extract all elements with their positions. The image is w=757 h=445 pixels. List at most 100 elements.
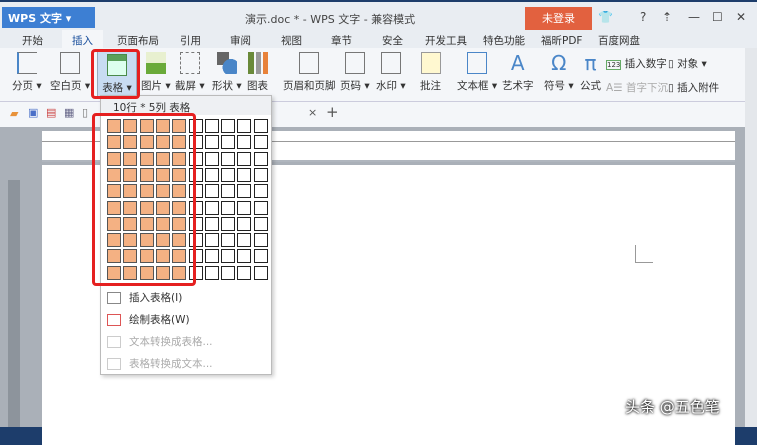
grid-cell[interactable] <box>237 151 252 166</box>
text-to-table-item[interactable]: 文本转换成表格... <box>107 332 213 352</box>
tab-review[interactable]: 审阅 <box>230 33 251 48</box>
grid-cell[interactable] <box>253 265 268 280</box>
grid-cell[interactable] <box>253 151 268 166</box>
grid-cell[interactable] <box>237 135 252 150</box>
open-icon[interactable]: ▰ <box>10 107 18 120</box>
grid-cell[interactable] <box>237 167 252 182</box>
grid-cell[interactable] <box>253 135 268 150</box>
grid-cell[interactable] <box>237 265 252 280</box>
grid-cell[interactable] <box>253 249 268 264</box>
grid-cell[interactable] <box>253 167 268 182</box>
shape-button[interactable]: 形状 ▾ <box>212 48 242 93</box>
grid-cell[interactable] <box>204 135 219 150</box>
watermark-button[interactable]: 水印 ▾ <box>376 48 406 93</box>
grid-cell[interactable] <box>253 216 268 231</box>
table-icon <box>107 292 121 304</box>
grid-cell[interactable] <box>204 249 219 264</box>
tab-features[interactable]: 特色功能 <box>483 33 525 48</box>
pdf-icon[interactable]: ▤ <box>46 106 56 119</box>
grid-cell[interactable] <box>237 184 252 199</box>
grid-cell[interactable] <box>237 216 252 231</box>
tab-section[interactable]: 章节 <box>331 33 352 48</box>
blank-page-icon <box>60 52 81 74</box>
tab-insert[interactable]: 插入 <box>62 30 103 48</box>
grid-cell[interactable] <box>221 151 236 166</box>
grid-cell[interactable] <box>237 249 252 264</box>
vertical-ruler[interactable] <box>8 180 20 427</box>
blank-page-button[interactable]: 空白页 ▾ <box>50 48 90 93</box>
grid-cell[interactable] <box>221 249 236 264</box>
insert-table-item[interactable]: 插入表格(I) <box>107 288 182 308</box>
wordart-icon: A <box>510 51 525 75</box>
page-break-button[interactable]: 分页 ▾ <box>12 48 42 93</box>
preview-icon[interactable]: ▯ <box>82 106 88 119</box>
skin-icon[interactable]: 👕 <box>598 10 613 24</box>
grid-cell[interactable] <box>237 200 252 215</box>
draw-table-item[interactable]: 绘制表格(W) <box>107 310 190 330</box>
grid-cell[interactable] <box>237 233 252 248</box>
wps-menu-button[interactable]: WPS 文字 ▾ <box>2 7 95 28</box>
number-icon: 123 <box>606 60 622 70</box>
grid-cell[interactable] <box>204 200 219 215</box>
tab-references[interactable]: 引用 <box>180 33 201 48</box>
tab-home[interactable]: 开始 <box>22 33 43 48</box>
tab-developer[interactable]: 开发工具 <box>425 33 467 48</box>
maximize-button[interactable]: ☐ <box>712 10 723 24</box>
save-icon[interactable]: ▣ <box>28 106 38 119</box>
minimize-button[interactable]: — <box>688 10 700 24</box>
object-button[interactable]: ▯ 对象 ▾ <box>668 56 707 71</box>
login-button[interactable]: 未登录 <box>525 7 592 30</box>
page-number-button[interactable]: 页码 ▾ <box>340 48 370 93</box>
grid-cell[interactable] <box>204 265 219 280</box>
grid-cell[interactable] <box>237 119 252 133</box>
textbox-button[interactable]: 文本框 ▾ <box>457 48 497 93</box>
grid-cell[interactable] <box>253 184 268 199</box>
table-to-text-item[interactable]: 表格转换成文本... <box>107 354 213 374</box>
symbol-button[interactable]: Ω 符号 ▾ <box>544 48 574 93</box>
close-button[interactable]: ✕ <box>736 10 746 24</box>
grid-cell[interactable] <box>253 119 268 133</box>
print-icon[interactable]: ▦ <box>64 106 74 119</box>
insert-number-button[interactable]: 123 插入数字 <box>606 56 667 71</box>
dropcap-button[interactable]: A☰ 首字下沉 <box>606 80 668 95</box>
chart-button[interactable]: 图表 <box>247 48 268 93</box>
picture-button[interactable]: 图片 ▾ <box>141 48 171 93</box>
insert-attachment-button[interactable]: ▯ 插入附件 <box>668 80 719 95</box>
formula-button[interactable]: π 公式 <box>580 48 601 93</box>
upload-icon[interactable]: ⇡ <box>662 10 672 24</box>
tab-layout[interactable]: 页面布局 <box>117 33 159 48</box>
grid-cell[interactable] <box>204 216 219 231</box>
ribbon-tabs: 开始 插入 页面布局 引用 审阅 视图 章节 安全 开发工具 特色功能 福昕PD… <box>0 30 757 48</box>
grid-cell[interactable] <box>204 151 219 166</box>
wordart-button[interactable]: A 艺术字 <box>502 48 534 93</box>
grid-cell[interactable] <box>221 184 236 199</box>
attachment-icon: ▯ <box>668 82 674 94</box>
grid-cell[interactable] <box>221 233 236 248</box>
header-footer-button[interactable]: 页眉和页脚 <box>283 48 336 93</box>
grid-cell[interactable] <box>253 233 268 248</box>
grid-cell[interactable] <box>221 216 236 231</box>
grid-cell[interactable] <box>221 265 236 280</box>
vertical-scrollbar[interactable] <box>745 48 757 427</box>
grid-cell[interactable] <box>221 135 236 150</box>
tab-baidu-netdisk[interactable]: 百度网盘 <box>598 33 640 48</box>
grid-cell[interactable] <box>204 233 219 248</box>
new-doc-tab-button[interactable]: + <box>326 103 339 121</box>
grid-cell[interactable] <box>221 167 236 182</box>
tab-view[interactable]: 视图 <box>281 33 302 48</box>
grid-cell[interactable] <box>204 184 219 199</box>
grid-cell[interactable] <box>204 167 219 182</box>
help-button[interactable]: ? <box>640 10 646 24</box>
grid-cell[interactable] <box>221 200 236 215</box>
close-doc-tab-button[interactable]: × <box>308 106 317 119</box>
comment-button[interactable]: 批注 <box>420 48 441 93</box>
grid-cell[interactable] <box>253 200 268 215</box>
screenshot-button[interactable]: 截屏 ▾ <box>175 48 205 93</box>
watermark-icon <box>380 52 401 74</box>
page-number-icon <box>344 52 365 74</box>
tab-foxit-pdf[interactable]: 福昕PDF <box>541 33 582 48</box>
app-logo: WPS 文字 <box>8 12 62 25</box>
tab-security[interactable]: 安全 <box>382 33 403 48</box>
grid-cell[interactable] <box>221 119 236 133</box>
grid-cell[interactable] <box>204 119 219 133</box>
